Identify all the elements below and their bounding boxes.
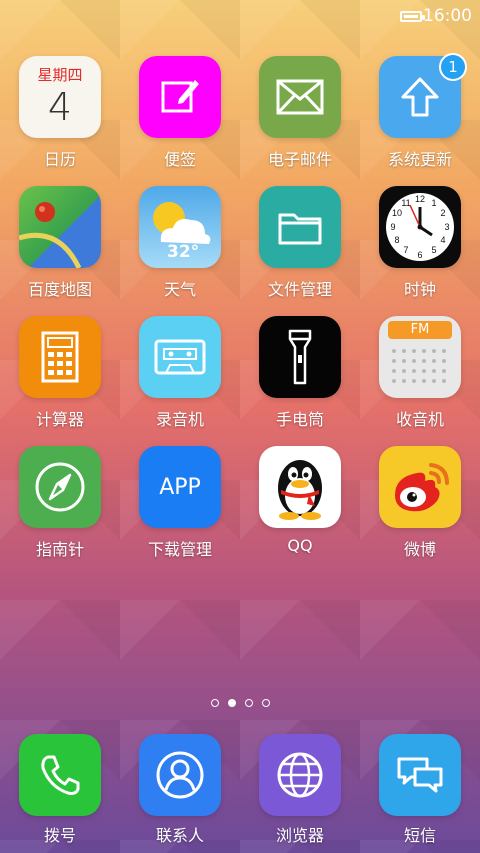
app-radio[interactable]: FM 收音机 — [364, 316, 476, 446]
app-label: 录音机 — [155, 410, 204, 429]
map-icon — [19, 186, 101, 268]
app-label: 便签 — [163, 150, 196, 169]
app-flashlight[interactable]: 手电筒 — [244, 316, 356, 446]
app-clock[interactable]: 12 1 2 3 4567 8 9 10 11 时钟 — [364, 186, 476, 316]
mail-icon — [259, 56, 341, 138]
weibo-icon — [379, 446, 461, 528]
app-label: 手电筒 — [275, 410, 324, 429]
calendar-icon: 星期四 4 — [19, 56, 101, 138]
app-label: 浏览器 — [275, 826, 324, 845]
svg-text:10: 10 — [392, 208, 402, 218]
calendar-day: 4 — [47, 85, 73, 129]
app-store-icon: APP — [139, 446, 221, 528]
svg-text:12: 12 — [415, 194, 425, 204]
svg-text:3: 3 — [444, 222, 449, 232]
svg-text:5: 5 — [431, 245, 436, 255]
app-calculator[interactable]: 计算器 — [4, 316, 116, 446]
svg-text:7: 7 — [403, 245, 408, 255]
page-dot[interactable] — [210, 699, 219, 707]
app-calendar[interactable]: 星期四 4 日历 — [4, 56, 116, 186]
svg-text:6: 6 — [417, 250, 422, 260]
svg-text:1: 1 — [431, 198, 436, 208]
app-notes[interactable]: 便签 — [124, 56, 236, 186]
app-label: 微博 — [403, 540, 436, 559]
app-file-manager[interactable]: 文件管理 — [244, 186, 356, 316]
app-weibo[interactable]: 微博 — [364, 446, 476, 576]
app-label: 拨号 — [43, 826, 76, 845]
app-label: 下载管理 — [147, 540, 212, 559]
app-label: 计算器 — [35, 410, 84, 429]
page-indicator — [0, 699, 480, 707]
app-compass[interactable]: 指南针 — [4, 446, 116, 576]
svg-text:4: 4 — [440, 235, 445, 245]
radio-fm-label: FM — [388, 321, 452, 339]
dock-browser[interactable]: 浏览器 — [244, 734, 356, 846]
app-label: 天气 — [163, 280, 196, 299]
folder-icon — [259, 186, 341, 268]
dock-sms[interactable]: 短信 — [364, 734, 476, 846]
app-download-manager[interactable]: APP 下载管理 — [124, 446, 236, 576]
page-dot[interactable] — [244, 699, 253, 707]
svg-text:9: 9 — [390, 222, 395, 232]
svg-text:8: 8 — [394, 235, 399, 245]
app-system-update[interactable]: 1 系统更新 — [364, 53, 476, 186]
dock-contacts[interactable]: 联系人 — [124, 734, 236, 846]
notes-icon — [139, 56, 221, 138]
chat-bubbles-icon — [379, 734, 461, 816]
calendar-weekday: 星期四 — [37, 66, 83, 84]
compass-icon — [19, 446, 101, 528]
app-label: 时钟 — [403, 280, 436, 299]
app-grid: 星期四 4 日历 便签 电子邮件 1 系统更新 百度地图 32° 天气 文件管理… — [0, 53, 480, 576]
weather-icon: 32° — [139, 186, 221, 268]
notification-badge: 1 — [439, 53, 467, 81]
qq-penguin-icon — [259, 446, 341, 528]
app-label: 收音机 — [395, 410, 444, 429]
svg-text:11: 11 — [401, 198, 410, 208]
app-mail[interactable]: 电子邮件 — [244, 56, 356, 186]
dock-phone[interactable]: 拨号 — [4, 734, 116, 846]
globe-icon — [259, 734, 341, 816]
app-label: 指南针 — [35, 540, 84, 559]
app-label: 百度地图 — [27, 280, 92, 299]
status-time: 16:00 — [423, 6, 472, 26]
app-recorder[interactable]: 录音机 — [124, 316, 236, 446]
svg-text:2: 2 — [440, 208, 445, 218]
app-label: 电子邮件 — [267, 150, 332, 169]
battery-icon — [400, 11, 425, 22]
contacts-icon — [139, 734, 221, 816]
clock-icon: 12 1 2 3 4567 8 9 10 11 — [379, 186, 461, 268]
flashlight-icon — [259, 316, 341, 398]
app-label: 文件管理 — [267, 280, 332, 299]
app-baidu-maps[interactable]: 百度地图 — [4, 186, 116, 316]
status-bar: 16:00 — [0, 0, 480, 34]
page-dot-active[interactable] — [227, 699, 236, 707]
calculator-icon — [19, 316, 101, 398]
app-weather[interactable]: 32° 天气 — [124, 186, 236, 316]
page-dot[interactable] — [261, 699, 270, 707]
weather-temp: 32° — [167, 242, 200, 262]
app-label: 短信 — [403, 826, 436, 845]
app-label: 系统更新 — [387, 150, 452, 169]
dock: 拨号 联系人 浏览器 短信 — [0, 734, 480, 846]
cassette-icon — [139, 316, 221, 398]
app-label: 联系人 — [155, 826, 204, 845]
phone-icon — [19, 734, 101, 816]
app-qq[interactable]: QQ — [244, 446, 356, 576]
app-label: QQ — [287, 536, 313, 555]
radio-icon: FM — [379, 316, 461, 398]
download-icon-text: APP — [159, 474, 201, 500]
app-label: 日历 — [43, 150, 76, 169]
